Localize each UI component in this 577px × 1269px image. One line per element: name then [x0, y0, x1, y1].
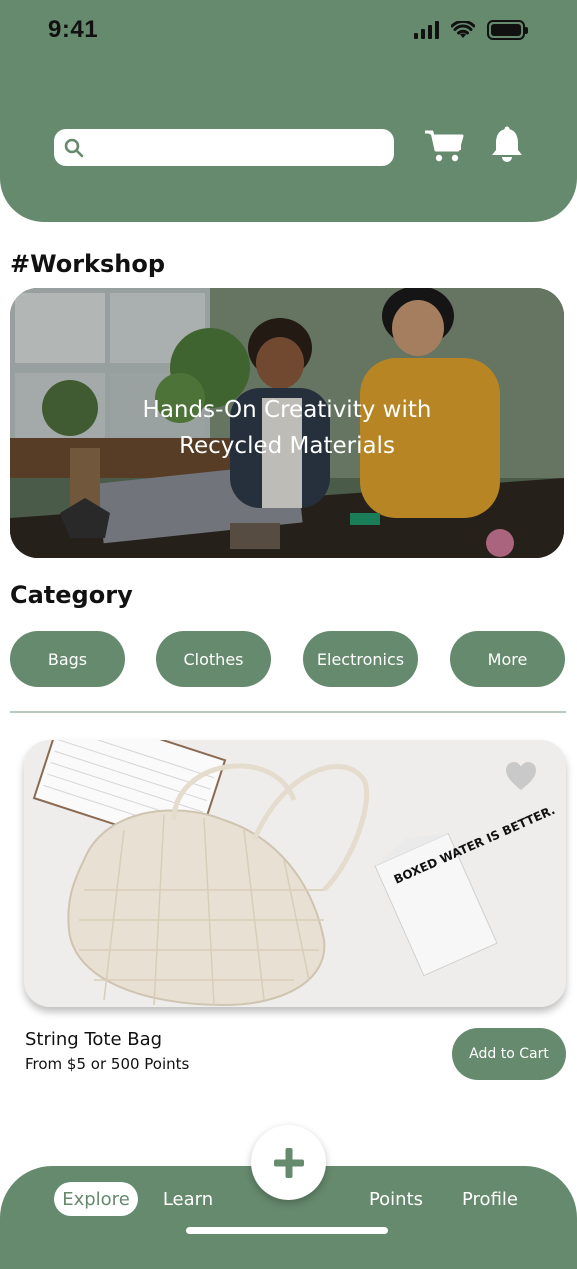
battery-icon	[487, 20, 528, 40]
nav-points[interactable]: Points	[358, 1182, 434, 1216]
product-price: From $5 or 500 Points	[25, 1055, 190, 1073]
favorite-heart-icon[interactable]	[504, 760, 538, 792]
notification-button[interactable]	[489, 126, 525, 164]
workshop-caption: Hands-On Creativity with Recycled Materi…	[10, 392, 564, 464]
workshop-banner[interactable]: Hands-On Creativity with Recycled Materi…	[10, 288, 564, 558]
workshop-title: #Workshop	[10, 250, 166, 278]
category-bags-button[interactable]: Bags	[10, 631, 125, 687]
search-icon	[64, 138, 84, 157]
workshop-caption-line2: Recycled Materials	[179, 433, 395, 459]
search-bar[interactable]	[54, 129, 394, 166]
category-list: Bags Clothes Electronics More	[10, 631, 565, 687]
product-name: String Tote Bag	[25, 1029, 163, 1050]
add-to-cart-button[interactable]: Add to Cart	[452, 1028, 566, 1080]
search-input[interactable]	[92, 129, 394, 166]
bell-icon	[492, 126, 522, 162]
add-button[interactable]	[251, 1125, 326, 1200]
nav-profile[interactable]: Profile	[452, 1182, 528, 1216]
category-more-button[interactable]: More	[450, 631, 565, 687]
signal-icon	[414, 21, 439, 39]
category-clothes-button[interactable]: Clothes	[156, 631, 271, 687]
workshop-caption-line1: Hands-On Creativity with	[142, 397, 432, 423]
plus-icon	[273, 1147, 304, 1178]
divider	[10, 711, 566, 713]
nav-learn[interactable]: Learn	[150, 1182, 226, 1216]
cart-button[interactable]	[424, 128, 464, 164]
category-electronics-button[interactable]: Electronics	[303, 631, 418, 687]
product-photo: BOXED WATER IS BETTER.	[24, 740, 566, 1007]
cart-icon	[425, 130, 464, 162]
category-title: Category	[10, 581, 133, 609]
home-indicator	[186, 1227, 388, 1234]
status-time: 9:41	[48, 16, 99, 43]
product-image[interactable]: BOXED WATER IS BETTER.	[24, 740, 566, 1007]
wifi-icon	[451, 21, 475, 38]
header: 9:41	[0, 0, 577, 222]
status-icons	[414, 20, 528, 40]
nav-explore[interactable]: Explore	[54, 1182, 138, 1216]
